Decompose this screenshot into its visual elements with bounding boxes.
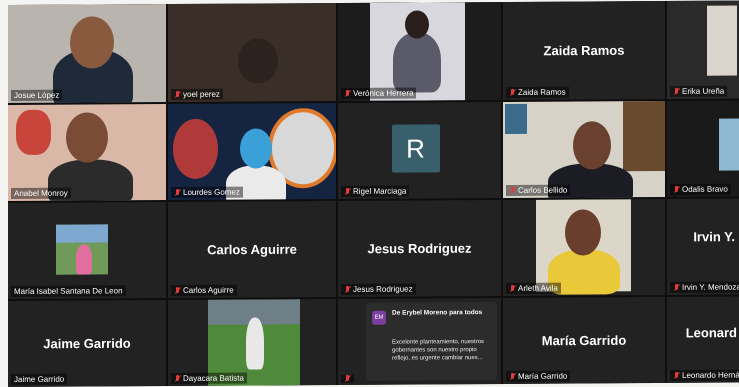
mic-muted-icon bbox=[174, 90, 181, 98]
participant-name: Jesus Rodriguez bbox=[341, 283, 416, 295]
chat-header: De Erybel Moreno para todos bbox=[392, 309, 483, 317]
participant-name: Dayacara Batista bbox=[171, 372, 247, 385]
participant-display-name: María Garrido bbox=[541, 332, 627, 349]
mic-muted-icon bbox=[509, 372, 516, 380]
video-tile-leonardo[interactable]: Leonard Leonardo Hernánde bbox=[667, 296, 739, 383]
chat-notification[interactable]: EM De Erybel Moreno para todos Excelente… bbox=[366, 302, 497, 381]
mic-muted-icon bbox=[344, 187, 351, 195]
participant-name: Irvin Y. Mendoza bbox=[670, 281, 739, 293]
video-call-gallery: Josue López yoel perez Verónica Herrera … bbox=[8, 0, 739, 387]
video-tile-rigel[interactable]: R Rigel Marciaga bbox=[338, 101, 501, 199]
participant-name: Arleth Avila bbox=[506, 282, 561, 294]
video-tile-carlosa[interactable]: Carlos Aguirre Carlos Aguirre bbox=[168, 200, 336, 299]
video-tile-zaida[interactable]: Zaida Ramos Zaida Ramos bbox=[503, 0, 665, 100]
video-tile-arleth[interactable]: Arleth Avila bbox=[503, 198, 665, 296]
mic-muted-icon bbox=[673, 283, 680, 291]
participant-name: María Isabel Santana De Leon bbox=[11, 285, 126, 297]
participant-display-name: Carlos Aguirre bbox=[207, 241, 297, 258]
participant-name: yoel perez bbox=[171, 88, 223, 101]
participant-display-name: Leonard bbox=[685, 325, 737, 341]
participant-avatar: R bbox=[391, 124, 440, 173]
video-tile-yoel[interactable]: yoel perez bbox=[168, 2, 336, 103]
participant-name: María Garrido bbox=[506, 370, 571, 382]
participant-name bbox=[341, 374, 354, 383]
mic-muted-icon bbox=[174, 188, 181, 196]
video-tile-lourdes[interactable]: Lourdes Gomez bbox=[168, 102, 336, 201]
video-tile-jesus[interactable]: Jesus Rodriguez Jesus Rodriguez bbox=[338, 199, 501, 297]
mic-muted-icon bbox=[509, 186, 516, 194]
participant-name: Leonardo Hernánde bbox=[670, 369, 739, 381]
mic-muted-icon bbox=[174, 286, 181, 294]
participant-display-name: Zaida Ramos bbox=[543, 42, 625, 59]
video-tile-odalis[interactable]: Odalis Bravo bbox=[667, 100, 739, 197]
participant-name: Carlos Bellido bbox=[506, 184, 571, 196]
video-tile-mariag[interactable]: María Garrido María Garrido bbox=[503, 296, 665, 384]
mic-muted-icon bbox=[344, 285, 351, 293]
participant-name: Lourdes Gomez bbox=[171, 186, 243, 199]
mic-muted-icon bbox=[673, 87, 680, 95]
mic-muted-icon bbox=[673, 185, 680, 193]
mic-muted-icon bbox=[673, 371, 680, 379]
video-tile-anabel[interactable]: Anabel Monroy bbox=[8, 104, 166, 201]
video-tile-carlosb[interactable]: Carlos Bellido bbox=[503, 100, 665, 198]
video-tile-mariaisabel[interactable]: María Isabel Santana De Leon bbox=[8, 202, 166, 299]
participant-name: Jaime Garrido bbox=[11, 373, 68, 385]
video-tile-josue[interactable]: Josue López bbox=[8, 4, 166, 104]
participant-name: Carlos Aguirre bbox=[171, 284, 237, 297]
mic-muted-icon bbox=[344, 375, 351, 383]
video-tile-veronica[interactable]: Verónica Herrera bbox=[338, 1, 501, 101]
participant-name: Odalis Bravo bbox=[670, 183, 731, 195]
participant-name: Anabel Monroy bbox=[11, 187, 71, 199]
video-tile-irvin[interactable]: Irvin Y. Irvin Y. Mendoza bbox=[667, 198, 739, 295]
participant-name: Erika Ureña bbox=[670, 85, 728, 97]
participant-name: Zaida Ramos bbox=[506, 86, 569, 98]
video-tile-jaime[interactable]: Jaime Garrido Jaime Garrido bbox=[8, 300, 166, 387]
video-tile-dayacara[interactable]: Dayacara Batista bbox=[168, 298, 336, 387]
participant-name: Verónica Herrera bbox=[341, 87, 417, 99]
mic-muted-icon bbox=[509, 88, 516, 96]
mic-muted-icon bbox=[344, 89, 351, 97]
mic-muted-icon bbox=[174, 374, 181, 382]
participant-display-name: Jaime Garrido bbox=[43, 335, 131, 352]
mic-muted-icon bbox=[509, 284, 516, 292]
participant-display-name: Jesus Rodriguez bbox=[367, 240, 472, 257]
participant-name: Josue López bbox=[11, 89, 63, 101]
chat-message: Excelente planteamiento, nuestros gobern… bbox=[392, 339, 485, 362]
participant-display-name: Irvin Y. bbox=[693, 229, 735, 245]
sender-avatar: EM bbox=[372, 310, 386, 325]
video-tile-erika[interactable]: Erika Ureña bbox=[667, 0, 739, 99]
participant-name: Rigel Marciaga bbox=[341, 185, 410, 197]
